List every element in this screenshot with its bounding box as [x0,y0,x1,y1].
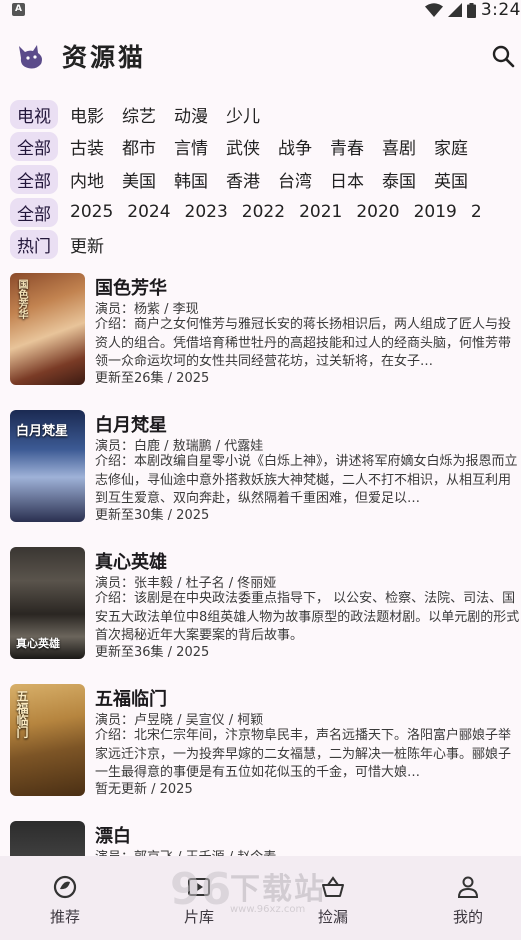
poster-title: 五福临门 [15,690,29,738]
filter-sort-hot[interactable]: 热门 [10,229,58,259]
filter-genre-item[interactable]: 古装 [70,132,104,161]
media-title[interactable]: 白月梵星 [95,411,167,437]
media-intro: 介绍：该剧是在中央政法委重点指导下， 以公安、检察、法院、司法、国安五大政法单位… [95,591,520,643]
status-bar: A 3:24 [0,0,521,20]
media-poster[interactable] [10,821,85,856]
filter-row-region: 全部 内地 美国 韩国 香港 台湾 日本 泰国 英国 [10,164,486,194]
nav-label: 捡漏 [317,908,348,926]
filter-row-genre: 全部 古装 都市 言情 武侠 战争 青春 喜剧 家庭 [10,131,486,161]
media-list[interactable]: 国色芳华 国色芳华 演员：杨紫 / 李现 介绍：商户之女何惟芳与雅冠长安的蒋长扬… [0,266,521,856]
signal-icon [447,3,462,17]
media-intro: 介绍：商户之女何惟芳与雅冠长安的蒋长扬相识后，两人组成了匠人与投资人的组合。凭借… [95,317,512,369]
media-actors: 演员：卢昱晓 / 吴宣仪 / 柯颖 [95,713,264,728]
media-title[interactable]: 漂白 [95,822,131,848]
media-update-status: 更新至26集 / 2025 [95,371,210,386]
filter-year-all[interactable]: 全部 [10,197,58,227]
filter-sort-updated[interactable]: 更新 [70,230,104,259]
nav-bargain[interactable]: 捡漏 [268,856,398,940]
nav-label: 推荐 [49,908,80,926]
media-update-status: 暂无更新 / 2025 [95,782,193,797]
media-poster[interactable]: 白月梵星 [10,410,85,522]
filter-region-item[interactable]: 韩国 [174,165,208,194]
filter-year-item[interactable]: 2 [471,200,482,224]
notification-app-icon: A [12,3,25,16]
filter-year-item[interactable]: 2019 [414,200,457,224]
media-poster[interactable]: 五福临门 [10,684,85,796]
filter-year-item[interactable]: 2020 [356,200,399,224]
media-actors: 演员：杨紫 / 李现 [95,302,199,317]
filter-type-movie[interactable]: 电影 [70,100,104,129]
status-time: 3:24 [480,0,521,20]
media-item[interactable]: 真心英雄 真心英雄 演员：张丰毅 / 杜子名 / 佟丽娅 介绍：该剧是在中央政法… [0,540,521,660]
filter-genre-all[interactable]: 全部 [10,131,58,161]
filter-year-item[interactable]: 2021 [299,200,342,224]
profile-icon [457,876,479,898]
filter-region-item[interactable]: 日本 [330,165,364,194]
filter-year-item[interactable]: 2023 [185,200,228,224]
wifi-icon [424,3,443,17]
filter-year-item[interactable]: 2025 [70,200,113,224]
media-item[interactable]: 五福临门 五福临门 演员：卢昱晓 / 吴宣仪 / 柯颖 介绍：北宋仁宗年间，汴京… [0,677,521,797]
media-update-status: 更新至36集 / 2025 [95,645,210,660]
filter-region-item[interactable]: 台湾 [278,165,312,194]
filter-region-item[interactable]: 美国 [122,165,156,194]
filter-type-tv[interactable]: 电视 [10,99,58,129]
app-title: 资源猫 [62,43,147,72]
bottom-nav: 推荐 片库 捡漏 我的 [0,856,521,940]
filter-year-item[interactable]: 2022 [242,200,285,224]
poster-title: 真心英雄 [16,637,60,650]
app-bar: 资源猫 [0,36,521,76]
media-intro: 介绍：本剧改编自星零小说《白烁上神》，讲述将军府嫡女白烁为报恩而立志修仙，寻仙途… [95,454,518,506]
filter-genre-item[interactable]: 喜剧 [382,132,416,161]
filter-type-variety[interactable]: 综艺 [122,100,156,129]
media-item[interactable]: 漂白 演员：郭京飞 / 王千源 / 赵今麦 [0,814,521,856]
filter-region-item[interactable]: 内地 [70,165,104,194]
filter-row-type: 电视 电影 综艺 动漫 少儿 [10,99,278,129]
filter-row-sort: 热门 更新 [10,229,122,259]
media-actors: 演员：郭京飞 / 王千源 / 赵今麦 [95,846,521,856]
filter-type-kids[interactable]: 少儿 [226,100,260,129]
filter-year-item[interactable]: 2024 [127,200,170,224]
library-icon [188,878,210,896]
filter-genre-item[interactable]: 武侠 [226,132,260,161]
filter-region-item[interactable]: 英国 [434,165,468,194]
nav-label: 片库 [183,908,214,926]
media-poster[interactable]: 国色芳华 [10,273,85,385]
filter-genre-item[interactable]: 战争 [278,132,312,161]
filter-region-item[interactable]: 香港 [226,165,260,194]
nav-recommend[interactable]: 推荐 [0,856,130,940]
media-actors: 演员：张丰毅 / 杜子名 / 佟丽娅 [95,576,277,591]
filter-genre-item[interactable]: 都市 [122,132,156,161]
filter-row-year: 全部 2025 2024 2023 2022 2021 2020 2019 2 [10,197,496,227]
nav-label: 我的 [452,908,483,926]
media-update-status: 更新至30集 / 2025 [95,508,210,523]
media-title[interactable]: 五福临门 [95,685,167,711]
media-actors: 演员：白鹿 / 敖瑞鹏 / 代露娃 [95,439,264,454]
media-title[interactable]: 真心英雄 [95,548,167,574]
battery-icon [466,2,476,18]
media-poster[interactable]: 真心英雄 [10,547,85,659]
filter-type-anime[interactable]: 动漫 [174,100,208,129]
filter-genre-item[interactable]: 言情 [174,132,208,161]
basket-icon [322,876,344,897]
media-item[interactable]: 白月梵星 白月梵星 演员：白鹿 / 敖瑞鹏 / 代露娃 介绍：本剧改编自星零小说… [0,403,521,523]
media-item[interactable]: 国色芳华 国色芳华 演员：杨紫 / 李现 介绍：商户之女何惟芳与雅冠长安的蒋长扬… [0,266,521,386]
recommend-icon [53,875,77,899]
poster-title: 白月梵星 [16,424,69,439]
filter-genre-item[interactable]: 青春 [330,132,364,161]
poster-title: 国色芳华 [16,279,27,319]
search-icon[interactable] [489,42,517,70]
media-intro: 介绍：北宋仁宗年间，汴京物阜民丰，声名远播天下。洛阳富户郦娘子举家远迁汴京，一为… [95,728,512,780]
filter-region-item[interactable]: 泰国 [382,165,416,194]
media-title[interactable]: 国色芳华 [95,274,167,300]
filter-region-all[interactable]: 全部 [10,164,58,194]
filter-genre-item[interactable]: 家庭 [434,132,468,161]
nav-library[interactable]: 片库 [134,856,264,940]
nav-profile[interactable]: 我的 [403,856,521,940]
cat-logo-icon [19,45,42,69]
